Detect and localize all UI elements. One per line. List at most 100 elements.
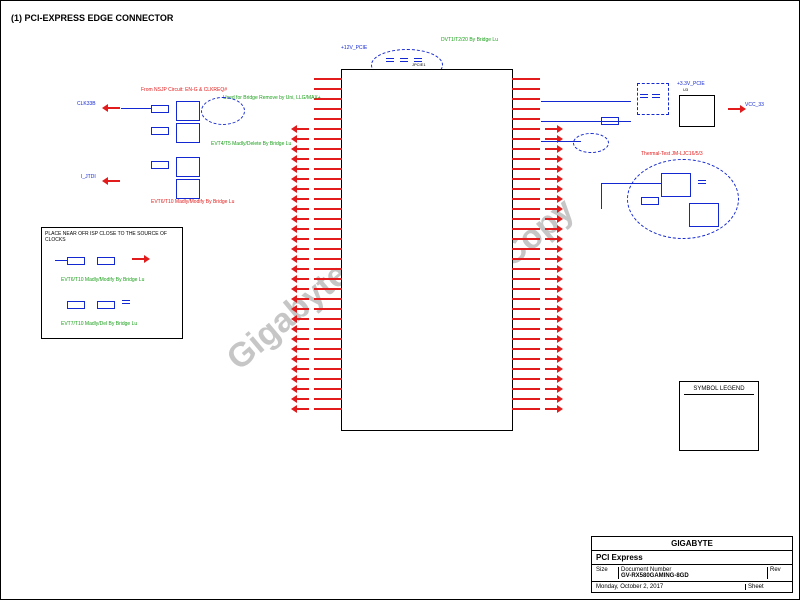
resistor <box>97 257 115 265</box>
pin <box>512 138 540 140</box>
resistor <box>151 127 169 135</box>
tb-docnum: GV-RX580GAMING-8GD <box>621 573 689 579</box>
small-ic <box>176 157 200 177</box>
pin <box>512 158 540 160</box>
pin <box>314 358 342 360</box>
bus-port <box>294 195 312 203</box>
bus-port <box>294 315 312 323</box>
note-green: EVT6/T10 Madly/Modify By Bridge Lu <box>61 277 144 283</box>
bus-port <box>542 305 560 313</box>
pin <box>512 148 540 150</box>
bus-port <box>542 275 560 283</box>
bus-port <box>542 145 560 153</box>
bus-port <box>542 175 560 183</box>
pin <box>314 278 342 280</box>
bus-port <box>725 105 743 113</box>
bus-port <box>542 255 560 263</box>
bus-port <box>542 165 560 173</box>
pin <box>314 118 342 120</box>
pin <box>314 408 342 410</box>
resistor <box>97 301 115 309</box>
bus-port <box>294 395 312 403</box>
resistor <box>151 161 169 169</box>
small-ic <box>176 123 200 143</box>
bus-port <box>542 125 560 133</box>
pin <box>314 348 342 350</box>
tb-rev: Rev <box>767 567 788 579</box>
resistor <box>641 197 659 205</box>
schematic-sheet: (1) PCI-EXPRESS EDGE CONNECTOR Gigabyte … <box>0 0 800 600</box>
note-red: From NSJP Circuit: EN-G & CLKREQ# <box>141 87 227 93</box>
pin <box>314 318 342 320</box>
pin <box>512 228 540 230</box>
pin <box>314 88 342 90</box>
wire <box>601 183 661 184</box>
bus-port <box>294 365 312 373</box>
pin <box>314 138 342 140</box>
bus-port <box>294 135 312 143</box>
wire <box>541 101 631 102</box>
bus-port <box>105 104 123 112</box>
bus-port <box>542 205 560 213</box>
pin <box>512 248 540 250</box>
pin <box>512 368 540 370</box>
bus-port <box>294 225 312 233</box>
pin <box>314 298 342 300</box>
pin <box>314 248 342 250</box>
pin <box>314 268 342 270</box>
title-block: GIGABYTE PCI Express Size Document Numbe… <box>591 536 793 593</box>
bus-port <box>542 245 560 253</box>
pin <box>512 218 540 220</box>
bus-port <box>294 325 312 333</box>
bus-port <box>542 265 560 273</box>
pin <box>314 368 342 370</box>
pin <box>512 168 540 170</box>
pin <box>314 228 342 230</box>
capacitor <box>125 297 127 307</box>
bus-port <box>294 185 312 193</box>
pin <box>512 78 540 80</box>
pin <box>512 118 540 120</box>
pin <box>512 128 540 130</box>
bus-port <box>294 285 312 293</box>
pin <box>314 198 342 200</box>
pin <box>512 348 540 350</box>
pin <box>314 78 342 80</box>
pin <box>314 328 342 330</box>
pin <box>314 398 342 400</box>
netlabel: I_JTDI <box>81 174 96 180</box>
pin <box>314 158 342 160</box>
bus-port <box>294 385 312 393</box>
pin <box>314 218 342 220</box>
bus-port <box>542 195 560 203</box>
pin <box>314 108 342 110</box>
pin <box>314 388 342 390</box>
bus-port <box>542 395 560 403</box>
pin <box>512 88 540 90</box>
note-red: Thermal-Test JM-LJC16/5/3 <box>641 151 703 157</box>
pin <box>512 328 540 330</box>
pin <box>512 308 540 310</box>
small-ic <box>176 101 200 121</box>
pin <box>314 288 342 290</box>
bus-port <box>294 305 312 313</box>
pcie-connector: JPCIE1 <box>341 69 513 431</box>
bus-port <box>542 185 560 193</box>
bus-port <box>294 275 312 283</box>
bus-port <box>542 215 560 223</box>
capacitor <box>389 55 391 65</box>
bga-ic <box>661 173 691 197</box>
wire <box>121 108 151 109</box>
power-switch-ic <box>679 95 715 127</box>
pin <box>512 398 540 400</box>
resistor <box>67 301 85 309</box>
netlabel: +3.3V_PCIE <box>677 81 705 87</box>
note-green: EVT7/T10 Madly/Del By Bridge Lu <box>61 321 137 327</box>
group-ellipse <box>201 97 245 125</box>
bus-port <box>294 255 312 263</box>
bus-port <box>294 375 312 383</box>
wire <box>55 260 67 261</box>
bus-port <box>542 405 560 413</box>
bus-port <box>542 355 560 363</box>
pin <box>314 188 342 190</box>
